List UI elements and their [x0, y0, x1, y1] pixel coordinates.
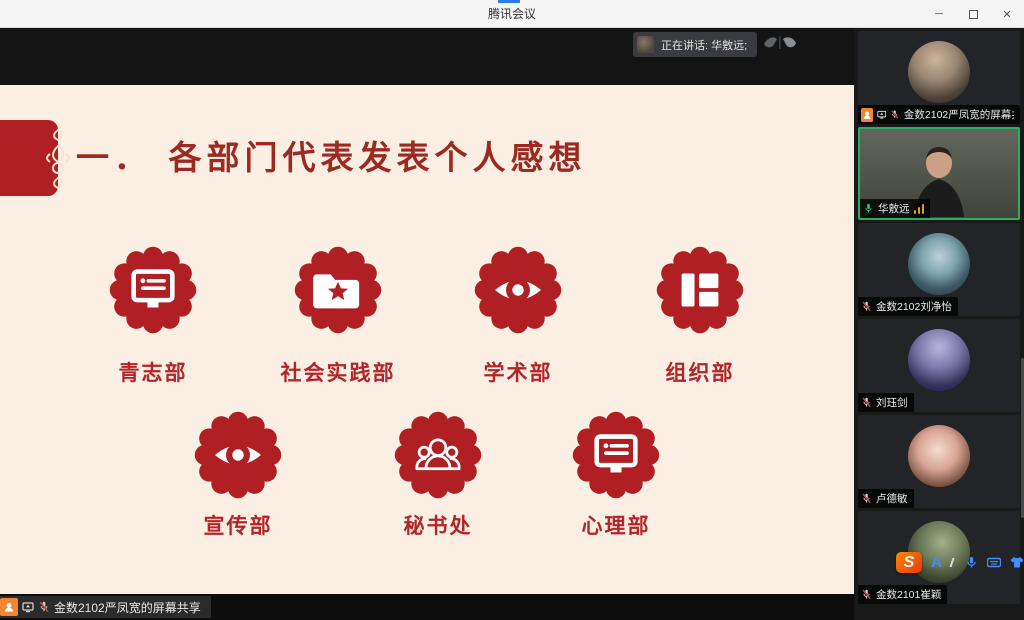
- ime-keyboard-icon[interactable]: [987, 556, 1001, 569]
- close-button[interactable]: ✕: [990, 0, 1024, 28]
- mic-muted-icon: [38, 601, 50, 613]
- participant-tile-speaker[interactable]: 华敫远: [858, 127, 1020, 220]
- ime-cursor-icon: [949, 558, 957, 567]
- sogou-logo-icon[interactable]: S: [896, 552, 922, 573]
- active-speaker-banner: 正在讲话: 华敫远;: [633, 32, 757, 57]
- avatar: [908, 41, 970, 103]
- dept-badge-qingzhibu: [107, 244, 199, 336]
- participants-panel: 金数2102严凤宽的屏幕共享 华敫远 金: [854, 28, 1024, 620]
- ime-mic-icon[interactable]: [965, 556, 978, 569]
- participant-tile[interactable]: 金数2102刘净怡: [858, 223, 1020, 316]
- dept-label: 组织部: [666, 357, 735, 387]
- stage-bottom-bar: 金数2102严凤宽的屏幕共享: [0, 594, 854, 620]
- participant-name: 卢德敏: [876, 491, 908, 506]
- dept-badge-mishuchu: [392, 409, 484, 501]
- slide-title: 一． 各部门代表发表个人感想: [76, 131, 587, 179]
- participant-tile-screenshare[interactable]: 金数2102严凤宽的屏幕共享: [858, 31, 1020, 124]
- screen-share-icon: [877, 109, 886, 120]
- shared-slide: 一． 各部门代表发表个人感想 青志部 社会实践部 学术部 组织部: [0, 85, 854, 594]
- tencent-meeting-window: 腾讯会议 ─ ✕ 正在讲话: 华敫远; 一． 各部门代表发表个人感想: [0, 0, 1024, 620]
- participant-name: 刘珏剑: [876, 395, 908, 410]
- mic-muted-icon: [861, 397, 872, 408]
- mic-active-icon: [863, 203, 874, 214]
- participant-label: 金数2102刘净怡: [858, 297, 958, 316]
- participant-tile[interactable]: 卢德敏: [858, 415, 1020, 508]
- participant-label: 华敫远: [860, 199, 930, 218]
- ime-language-mode[interactable]: A: [931, 554, 942, 571]
- mic-muted-icon: [861, 301, 872, 312]
- dept-badge-zuzhibu: [654, 244, 746, 336]
- participant-label: 刘珏剑: [858, 393, 914, 412]
- avatar: [908, 425, 970, 487]
- mic-muted-icon: [861, 493, 872, 504]
- mic-muted-icon: [890, 109, 899, 120]
- screen-share-icon: [22, 601, 34, 613]
- dept-label: 社会实践部: [281, 357, 396, 387]
- dept-badge-shehuishijianbu: [292, 244, 384, 336]
- dept-badge-xinlibu: [570, 409, 662, 501]
- participant-label: 金数2102严凤宽的屏幕共享: [858, 105, 1020, 124]
- share-label-text: 金数2102严凤宽的屏幕共享: [54, 599, 201, 616]
- dept-badge-xueshubu: [472, 244, 564, 336]
- screen-share-owner-label: 金数2102严凤宽的屏幕共享: [0, 596, 211, 618]
- window-title: 腾讯会议: [0, 0, 1024, 28]
- speaker-avatar: [637, 36, 654, 53]
- dept-label: 青志部: [119, 357, 188, 387]
- minimize-button[interactable]: ─: [922, 0, 956, 28]
- participant-label: 金数2101崔颖: [858, 585, 947, 604]
- dept-label: 学术部: [484, 357, 553, 387]
- raise-hands-icon: [760, 34, 800, 56]
- audio-level-icon: [914, 203, 925, 214]
- screen-share-stage: 正在讲话: 华敫远; 一． 各部门代表发表个人感想 青志部: [0, 28, 854, 620]
- dept-badge-xuanchuanbu: [192, 409, 284, 501]
- dept-label: 宣传部: [204, 510, 273, 540]
- avatar: [908, 233, 970, 295]
- sogou-input-toolbar[interactable]: S A: [896, 552, 1024, 573]
- participant-name: 金数2102刘净怡: [876, 299, 952, 314]
- participant-label: 卢德敏: [858, 489, 914, 508]
- participant-name: 金数2102严凤宽的屏幕共享: [904, 107, 1014, 122]
- maximize-icon: [969, 10, 978, 19]
- slide-corner-ornament-icon: [0, 120, 58, 196]
- speaker-banner-text: 正在讲话: 华敫远;: [661, 37, 747, 53]
- maximize-button[interactable]: [956, 0, 990, 28]
- ime-skin-icon[interactable]: [1010, 556, 1024, 569]
- presenter-icon: [861, 108, 873, 122]
- participant-tile[interactable]: 刘珏剑: [858, 319, 1020, 412]
- mic-muted-icon: [861, 589, 872, 600]
- presenter-icon: [0, 598, 18, 616]
- dept-label: 心理部: [582, 510, 651, 540]
- window-controls: ─ ✕: [922, 0, 1024, 28]
- dept-label: 秘书处: [404, 510, 473, 540]
- window-titlebar: 腾讯会议 ─ ✕: [0, 0, 1024, 28]
- participant-name: 华敫远: [878, 201, 910, 216]
- participant-name: 金数2101崔颖: [876, 587, 941, 602]
- avatar: [908, 329, 970, 391]
